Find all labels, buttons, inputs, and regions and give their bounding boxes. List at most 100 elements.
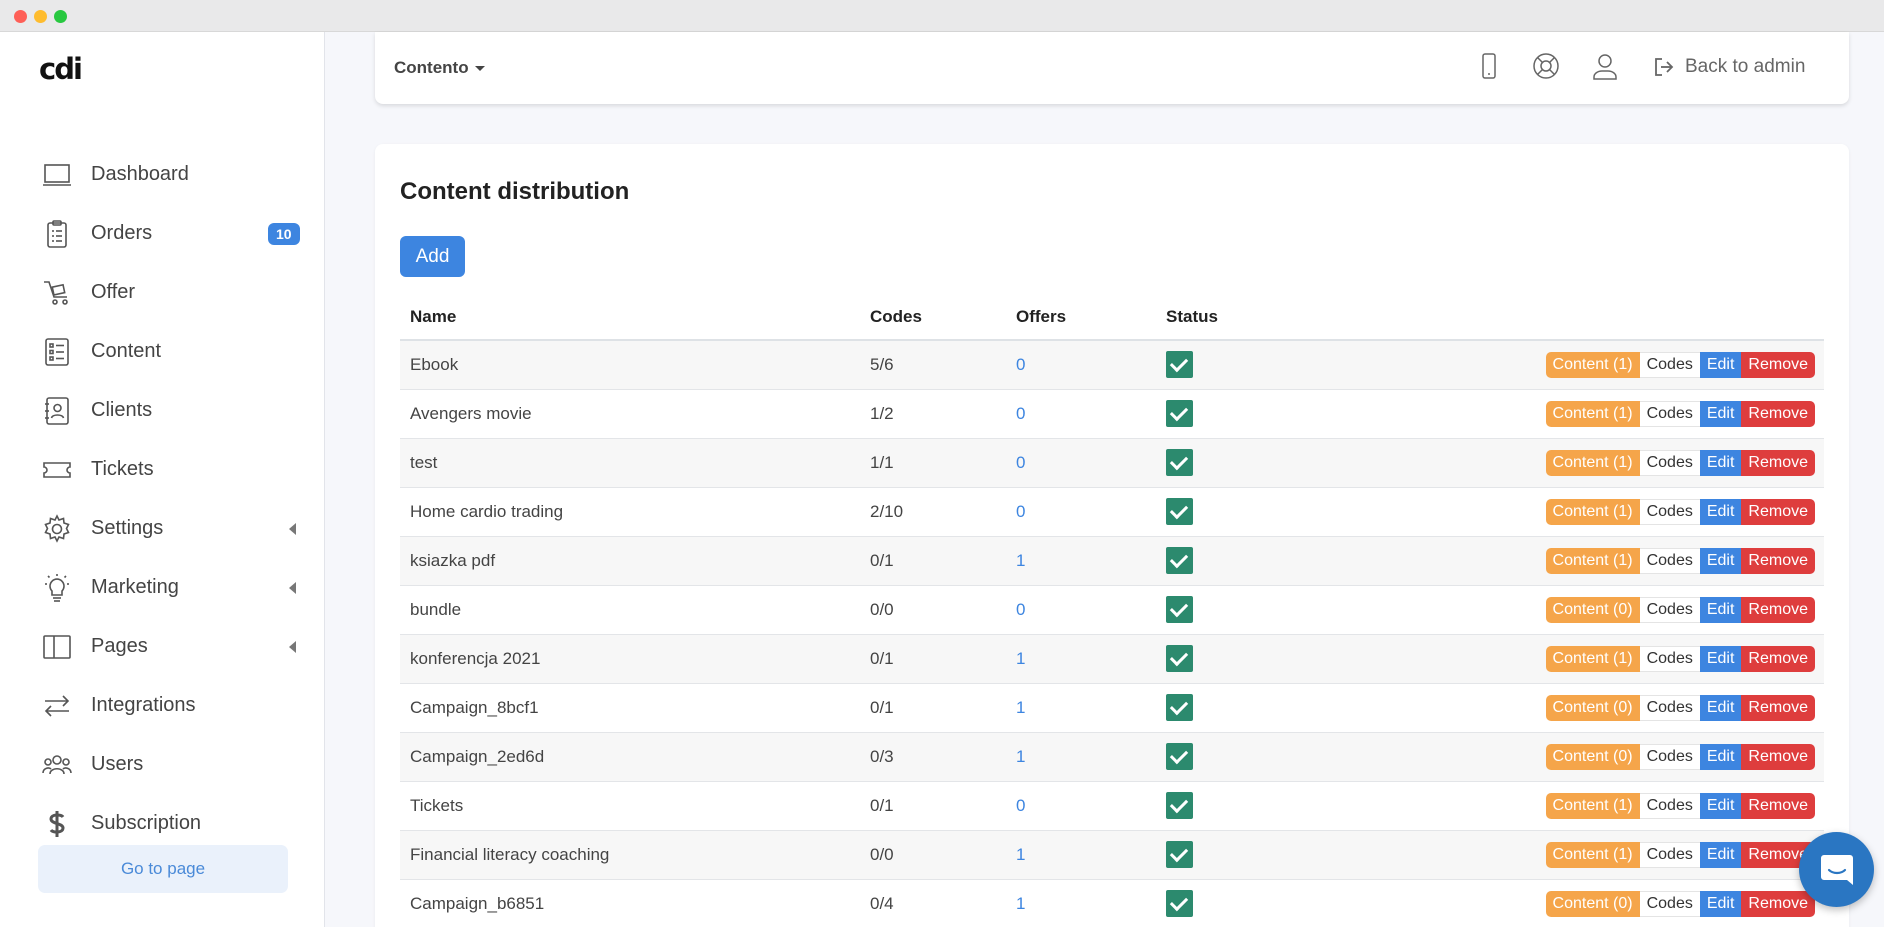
codes-button[interactable]: Codes: [1639, 498, 1700, 525]
chat-launcher-button[interactable]: [1799, 832, 1874, 907]
status-checkbox[interactable]: [1166, 890, 1193, 918]
sidebar-item-users[interactable]: Users: [0, 735, 325, 794]
row-offers-link[interactable]: 0: [1016, 796, 1025, 815]
codes-button[interactable]: Codes: [1639, 400, 1700, 427]
status-checkbox[interactable]: [1166, 792, 1193, 819]
codes-button[interactable]: Codes: [1639, 792, 1700, 819]
remove-button[interactable]: Remove: [1741, 547, 1815, 574]
user-icon[interactable]: [1587, 48, 1623, 84]
row-offers-link[interactable]: 1: [1016, 894, 1025, 913]
content-button[interactable]: Content (1): [1545, 400, 1640, 427]
sidebar-item-pages[interactable]: Pages: [0, 617, 325, 676]
status-checkbox[interactable]: [1166, 351, 1193, 379]
content-button[interactable]: Content (0): [1545, 743, 1640, 770]
window-maximize-button[interactable]: [54, 10, 67, 23]
status-checkbox[interactable]: [1166, 547, 1193, 574]
status-checkbox[interactable]: [1166, 596, 1193, 623]
remove-button[interactable]: Remove: [1741, 792, 1815, 819]
status-checkbox[interactable]: [1166, 449, 1193, 476]
remove-button[interactable]: Remove: [1741, 694, 1815, 721]
status-checkbox[interactable]: [1166, 645, 1193, 672]
window-chrome: [0, 0, 1884, 32]
codes-button[interactable]: Codes: [1639, 841, 1700, 868]
edit-button[interactable]: Edit: [1699, 743, 1742, 770]
status-checkbox[interactable]: [1166, 841, 1193, 868]
mobile-icon[interactable]: [1471, 48, 1507, 84]
content-button[interactable]: Content (1): [1545, 351, 1640, 378]
column-header-name[interactable]: Name: [400, 295, 860, 341]
row-offers-link[interactable]: 0: [1016, 453, 1025, 472]
codes-button[interactable]: Codes: [1639, 547, 1700, 574]
edit-button[interactable]: Edit: [1699, 890, 1742, 917]
remove-button[interactable]: Remove: [1741, 449, 1815, 476]
edit-button[interactable]: Edit: [1699, 792, 1742, 819]
row-offers-link[interactable]: 1: [1016, 747, 1025, 766]
remove-button[interactable]: Remove: [1741, 400, 1815, 427]
sidebar: cdi Dashboard Orders 10 Offer Content Cl…: [0, 32, 325, 927]
content-button[interactable]: Content (1): [1545, 498, 1640, 525]
lifebuoy-icon[interactable]: [1528, 48, 1564, 84]
codes-button[interactable]: Codes: [1639, 743, 1700, 770]
codes-button[interactable]: Codes: [1639, 596, 1700, 623]
content-button[interactable]: Content (1): [1545, 449, 1640, 476]
content-button[interactable]: Content (1): [1545, 645, 1640, 672]
sidebar-item-orders[interactable]: Orders 10: [0, 204, 325, 263]
sidebar-item-dashboard[interactable]: Dashboard: [0, 145, 325, 204]
codes-button[interactable]: Codes: [1639, 351, 1700, 378]
sidebar-item-clients[interactable]: Clients: [0, 381, 325, 440]
edit-button[interactable]: Edit: [1699, 351, 1742, 378]
codes-button[interactable]: Codes: [1639, 694, 1700, 721]
back-to-admin-link[interactable]: Back to admin: [1653, 52, 1805, 82]
content-button[interactable]: Content (1): [1545, 841, 1640, 868]
edit-button[interactable]: Edit: [1699, 596, 1742, 623]
column-header-status[interactable]: Status: [1156, 295, 1356, 341]
remove-button[interactable]: Remove: [1741, 890, 1815, 917]
sidebar-item-tickets[interactable]: Tickets: [0, 440, 325, 499]
content-button[interactable]: Content (0): [1545, 890, 1640, 917]
sidebar-item-offer[interactable]: Offer: [0, 263, 325, 322]
content-button[interactable]: Content (0): [1545, 694, 1640, 721]
status-checkbox[interactable]: [1166, 743, 1193, 770]
row-offers-link[interactable]: 1: [1016, 698, 1025, 717]
remove-button[interactable]: Remove: [1741, 351, 1815, 378]
row-offers-link[interactable]: 1: [1016, 649, 1025, 668]
row-offers-link[interactable]: 0: [1016, 600, 1025, 619]
column-header-offers[interactable]: Offers: [1006, 295, 1156, 341]
edit-button[interactable]: Edit: [1699, 547, 1742, 574]
row-offers-link[interactable]: 0: [1016, 502, 1025, 521]
row-offers-link[interactable]: 0: [1016, 355, 1025, 374]
status-checkbox[interactable]: [1166, 400, 1193, 427]
codes-button[interactable]: Codes: [1639, 449, 1700, 476]
edit-button[interactable]: Edit: [1699, 498, 1742, 525]
sidebar-item-settings[interactable]: Settings: [0, 499, 325, 558]
remove-button[interactable]: Remove: [1741, 498, 1815, 525]
logo[interactable]: cdi: [39, 52, 83, 86]
remove-button[interactable]: Remove: [1741, 743, 1815, 770]
edit-button[interactable]: Edit: [1699, 841, 1742, 868]
row-offers-link[interactable]: 1: [1016, 551, 1025, 570]
row-offers-link[interactable]: 0: [1016, 404, 1025, 423]
content-button[interactable]: Content (1): [1545, 792, 1640, 819]
content-button[interactable]: Content (1): [1545, 547, 1640, 574]
edit-button[interactable]: Edit: [1699, 449, 1742, 476]
remove-button[interactable]: Remove: [1741, 596, 1815, 623]
content-button[interactable]: Content (0): [1545, 596, 1640, 623]
column-header-codes[interactable]: Codes: [860, 295, 1006, 341]
sidebar-item-integrations[interactable]: Integrations: [0, 676, 325, 735]
edit-button[interactable]: Edit: [1699, 400, 1742, 427]
window-close-button[interactable]: [14, 10, 27, 23]
sidebar-item-content[interactable]: Content: [0, 322, 325, 381]
add-button[interactable]: Add: [400, 236, 465, 277]
go-to-page-button[interactable]: Go to page: [38, 845, 288, 893]
codes-button[interactable]: Codes: [1639, 890, 1700, 917]
status-checkbox[interactable]: [1166, 694, 1193, 721]
edit-button[interactable]: Edit: [1699, 645, 1742, 672]
status-checkbox[interactable]: [1166, 498, 1193, 525]
edit-button[interactable]: Edit: [1699, 694, 1742, 721]
remove-button[interactable]: Remove: [1741, 645, 1815, 672]
workspace-dropdown[interactable]: Contento: [394, 58, 485, 78]
window-minimize-button[interactable]: [34, 10, 47, 23]
sidebar-item-marketing[interactable]: Marketing: [0, 558, 325, 617]
codes-button[interactable]: Codes: [1639, 645, 1700, 672]
row-offers-link[interactable]: 1: [1016, 845, 1025, 864]
